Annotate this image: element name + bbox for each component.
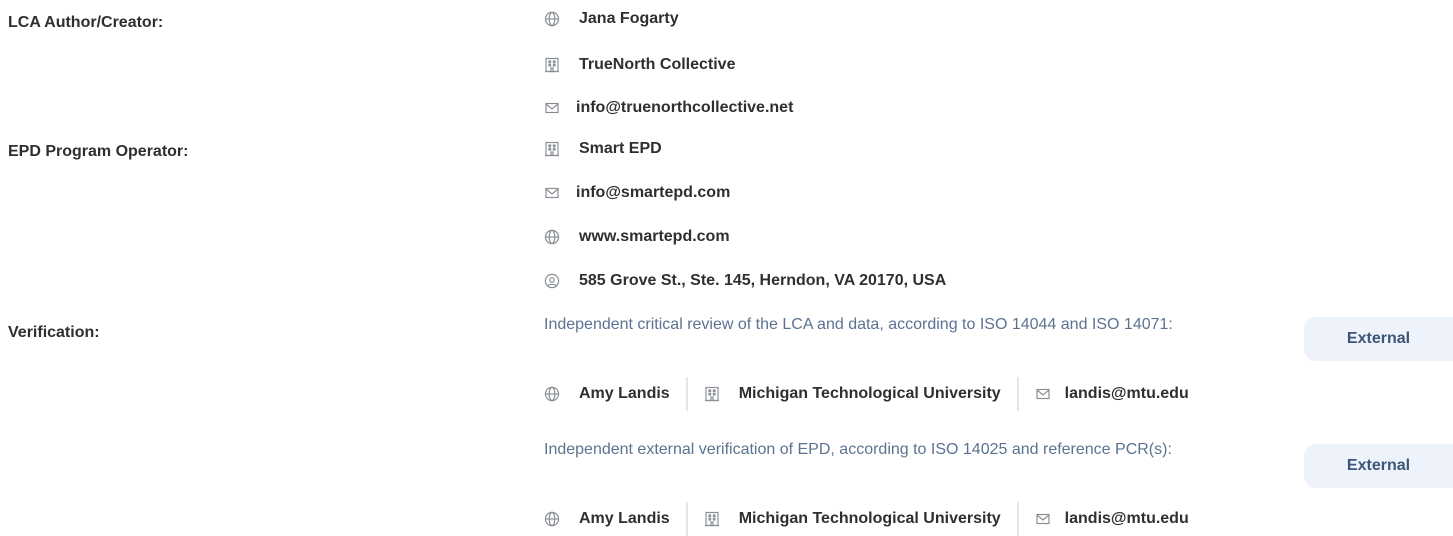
verification-label: Verification:: [8, 324, 100, 341]
verification-critical-review-badge: External: [1304, 317, 1453, 361]
epd-operator-address: 585 Grove St., Ste. 145, Herndon, VA 201…: [579, 272, 947, 289]
verifier-email: landis@mtu.edu: [1035, 510, 1189, 528]
verification-critical-review-contact: Amy Landis Michigan Technological Univer…: [544, 377, 1189, 411]
epd-operator-email-row: info@smartepd.com: [544, 184, 730, 202]
verifier-org: Michigan Technological University: [704, 510, 1001, 528]
building-icon: [544, 57, 560, 73]
envelope-icon: [1035, 511, 1051, 527]
verifier-person: Amy Landis: [544, 510, 670, 528]
divider: [1016, 377, 1019, 411]
lca-author-email[interactable]: info@truenorthcollective.net: [576, 99, 793, 117]
verifier-org-name: Michigan Technological University: [738, 385, 1001, 402]
building-icon: [544, 141, 560, 157]
verifier-email-address[interactable]: landis@mtu.edu: [1065, 510, 1189, 528]
verifier-person: Amy Landis: [544, 385, 670, 403]
verifier-email-address[interactable]: landis@mtu.edu: [1065, 385, 1189, 403]
lca-author-label: LCA Author/Creator:: [8, 14, 164, 31]
verifier-person-name: Amy Landis: [579, 385, 670, 402]
lca-author-email-row: info@truenorthcollective.net: [544, 99, 793, 117]
epd-operator-org: Smart EPD: [579, 140, 662, 157]
epd-operator-website[interactable]: www.smartepd.com: [579, 228, 730, 246]
lca-author-org-row: TrueNorth Collective: [544, 56, 735, 74]
verifier-org: Michigan Technological University: [704, 385, 1001, 403]
verification-external-epd-description: Independent external verification of EPD…: [544, 441, 1172, 458]
lca-author-org: TrueNorth Collective: [579, 56, 736, 73]
envelope-icon: [544, 100, 560, 116]
verification-external-epd-badge: External: [1304, 444, 1453, 488]
globe-icon: [544, 386, 560, 402]
verifier-person-name: Amy Landis: [579, 510, 670, 527]
globe-icon: [544, 229, 560, 245]
verifier-email: landis@mtu.edu: [1035, 385, 1189, 403]
epd-operator-label: EPD Program Operator:: [8, 143, 189, 160]
location-pin-icon: [544, 273, 560, 289]
globe-icon: [544, 11, 560, 27]
envelope-icon: [544, 185, 560, 201]
lca-author-name: Jana Fogarty: [579, 10, 679, 27]
divider: [685, 377, 688, 411]
epd-operator-address-row: 585 Grove St., Ste. 145, Herndon, VA 201…: [544, 272, 946, 290]
verifier-org-name: Michigan Technological University: [738, 510, 1001, 527]
envelope-icon: [1035, 386, 1051, 402]
lca-author-name-row: Jana Fogarty: [544, 10, 679, 28]
epd-operator-website-row: www.smartepd.com: [544, 228, 730, 246]
building-icon: [704, 511, 720, 527]
globe-icon: [544, 511, 560, 527]
verification-critical-review-description: Independent critical review of the LCA a…: [544, 316, 1173, 333]
building-icon: [704, 386, 720, 402]
epd-operator-org-row: Smart EPD: [544, 140, 662, 158]
epd-operator-email[interactable]: info@smartepd.com: [576, 184, 730, 202]
